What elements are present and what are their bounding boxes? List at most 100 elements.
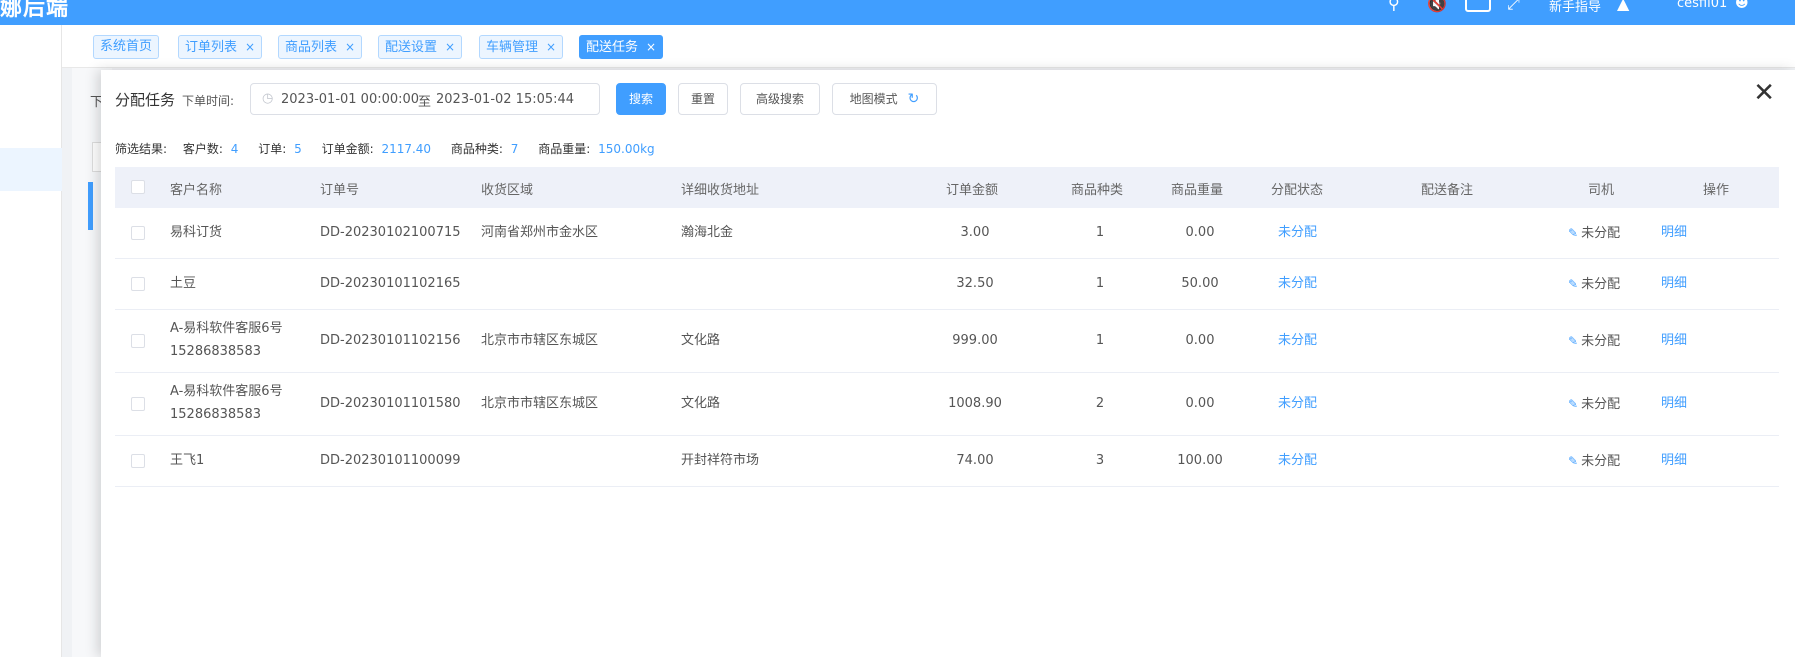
tab-close-icon[interactable]: × <box>345 40 355 54</box>
row-checkbox[interactable] <box>131 454 145 468</box>
cell-amount: 1008.90 <box>948 396 1002 411</box>
date-separator: 至 <box>418 95 432 110</box>
weight-label: 商品重量: <box>538 142 591 156</box>
select-all-checkbox[interactable] <box>131 180 145 194</box>
tab-close-icon[interactable]: × <box>245 40 255 54</box>
tab-close-icon[interactable]: × <box>646 40 656 54</box>
edit-icon[interactable]: ✎ <box>1568 454 1578 468</box>
map-mode-button[interactable]: 地图模式 ↻ <box>832 83 937 115</box>
brand-title: 娜后端 <box>0 0 70 21</box>
kinds-count: 7 <box>510 142 519 156</box>
cell-status[interactable]: 未分配 <box>1278 450 1317 472</box>
cell-customer: A-易科软件客服6号 <box>170 321 283 336</box>
cell-status[interactable]: 未分配 <box>1278 273 1317 295</box>
detail-link[interactable]: 明细 <box>1661 393 1687 415</box>
cell-weight: 0.00 <box>1185 333 1215 348</box>
cell-order-no: DD-20230101100099 <box>320 453 461 468</box>
user-icon[interactable]: ☻ <box>1735 0 1749 11</box>
tab-vehicle-management[interactable]: 车辆管理 × <box>479 35 564 59</box>
detail-link[interactable]: 明细 <box>1661 330 1687 352</box>
col-status: 分配状态 <box>1271 183 1324 198</box>
cell-status[interactable]: 未分配 <box>1278 393 1317 415</box>
guide-link[interactable]: 新手指导 <box>1549 0 1601 15</box>
kinds-label: 商品种类: <box>450 142 503 156</box>
cell-driver[interactable]: ✎ 未分配 <box>1568 330 1620 353</box>
cell-weight: 100.00 <box>1177 453 1223 468</box>
tabs-bar: 系统首页 订单列表 × 商品列表 × 配送设置 × 车辆管理 × 配送任务 × <box>62 25 1795 68</box>
cell-address: 文化路 <box>681 333 721 348</box>
customers-count: 4 <box>230 142 239 156</box>
col-kinds: 商品种类 <box>1071 183 1124 198</box>
detail-link[interactable]: 明细 <box>1661 222 1687 244</box>
date-start[interactable]: 2023-01-01 00:00:00 <box>281 92 419 107</box>
tab-close-icon[interactable]: × <box>546 40 556 54</box>
tab-delivery-settings[interactable]: 配送设置 × <box>378 35 463 59</box>
fullscreen-box-icon[interactable] <box>1465 0 1491 12</box>
cell-amount: 999.00 <box>952 333 998 348</box>
tab-product-list[interactable]: 商品列表 × <box>278 35 363 59</box>
amount-total: 2117.40 <box>381 142 432 156</box>
table-row: A-易科软件客服6号 15286838583 DD-20230101101580… <box>115 373 1779 436</box>
underlying-accent <box>88 182 93 230</box>
cell-kinds: 1 <box>1095 276 1105 291</box>
cell-order-no: DD-20230102100715 <box>320 225 461 240</box>
row-checkbox[interactable] <box>131 226 145 240</box>
cell-customer: A-易科软件客服6号 <box>170 384 283 399</box>
detail-link[interactable]: 明细 <box>1661 273 1687 295</box>
row-checkbox[interactable] <box>131 397 145 411</box>
detail-link[interactable]: 明细 <box>1661 450 1687 472</box>
sidebar-active-item[interactable] <box>0 148 62 191</box>
col-customer: 客户名称 <box>170 183 223 198</box>
username[interactable]: cesfil01 <box>1677 0 1727 11</box>
orders-label: 订单: <box>258 142 287 156</box>
cell-status[interactable]: 未分配 <box>1278 222 1317 244</box>
search-icon[interactable]: ⚲ <box>1388 0 1400 13</box>
mute-icon[interactable]: 🔇 <box>1427 0 1447 13</box>
edit-icon[interactable]: ✎ <box>1568 334 1578 348</box>
col-driver: 司机 <box>1588 183 1615 198</box>
drawer-title: 分配任务 <box>115 91 176 109</box>
tab-delivery-task[interactable]: 配送任务 × <box>579 35 664 59</box>
advanced-search-button[interactable]: 高级搜索 <box>740 83 820 115</box>
cell-driver[interactable]: ✎ 未分配 <box>1568 273 1620 296</box>
table-header: 客户名称 订单号 收货区域 详细收货地址 订单金额 商品种类 商品重量 分配状态… <box>115 167 1779 208</box>
cell-amount: 74.00 <box>956 453 994 468</box>
edit-icon[interactable]: ✎ <box>1568 226 1578 240</box>
search-button[interactable]: 搜索 <box>616 83 666 115</box>
clock-icon: ◷ <box>262 91 274 106</box>
edit-icon[interactable]: ✎ <box>1568 277 1578 291</box>
cell-order-no: DD-20230101102165 <box>320 276 461 291</box>
row-checkbox[interactable] <box>131 277 145 291</box>
cell-kinds: 3 <box>1095 453 1105 468</box>
edit-icon[interactable]: ✎ <box>1568 397 1578 411</box>
amount-label: 订单金额: <box>321 142 374 156</box>
col-order-no: 订单号 <box>320 183 360 198</box>
cell-customer: 易科订货 <box>170 225 223 240</box>
date-range-picker[interactable]: ◷ 2023-01-01 00:00:00 至 2023-01-02 15:05… <box>250 83 600 115</box>
tab-home[interactable]: 系统首页 <box>93 35 160 59</box>
table-row: 易科订货 DD-20230102100715 河南省郑州市金水区 瀚海北金 3.… <box>115 208 1779 259</box>
cell-status[interactable]: 未分配 <box>1278 330 1317 352</box>
tab-close-icon[interactable]: × <box>445 40 455 54</box>
cell-address: 瀚海北金 <box>681 225 734 240</box>
cell-kinds: 2 <box>1095 396 1105 411</box>
cell-driver[interactable]: ✎ 未分配 <box>1568 222 1620 245</box>
row-checkbox[interactable] <box>131 334 145 348</box>
bell-icon[interactable]: ▲ <box>1617 0 1629 13</box>
col-address: 详细收货地址 <box>681 183 760 198</box>
cell-driver[interactable]: ✎ 未分配 <box>1568 450 1620 473</box>
table-row: A-易科软件客服6号 15286838583 DD-20230101102156… <box>115 310 1779 373</box>
reset-button[interactable]: 重置 <box>678 83 728 115</box>
cell-area: 北京市市辖区东城区 <box>481 333 599 348</box>
cell-amount: 3.00 <box>960 225 990 240</box>
tab-order-list[interactable]: 订单列表 × <box>178 35 263 59</box>
cell-address: 开封祥符市场 <box>681 453 760 468</box>
cell-driver[interactable]: ✎ 未分配 <box>1568 393 1620 416</box>
expand-icon[interactable]: ⤢ <box>1507 0 1520 14</box>
close-icon[interactable]: ✕ <box>1753 80 1775 106</box>
assign-task-drawer: ✕ 分配任务 下单时间: ◷ 2023-01-01 00:00:00 至 202… <box>101 70 1795 657</box>
cell-amount: 32.50 <box>956 276 994 291</box>
cell-kinds: 1 <box>1095 225 1105 240</box>
summary-label: 筛选结果: <box>115 142 168 156</box>
date-end[interactable]: 2023-01-02 15:05:44 <box>436 92 574 107</box>
